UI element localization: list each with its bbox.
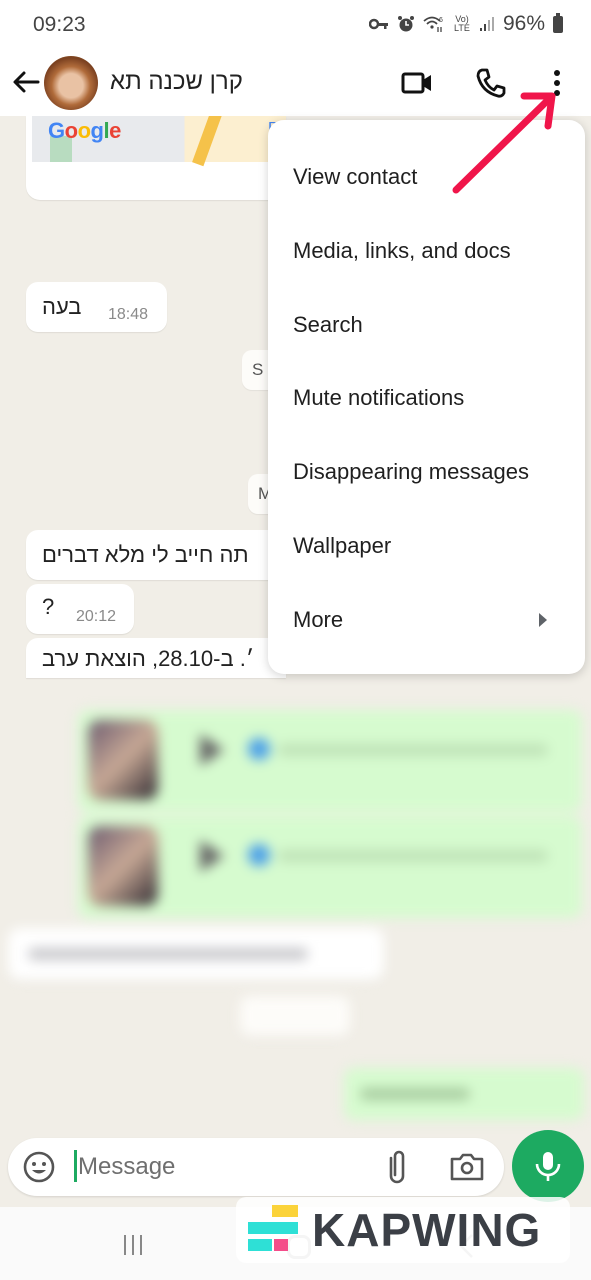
status-icons: 6 Vo) LTE 96% [368, 12, 563, 36]
menu-item-label: View contact [293, 164, 418, 189]
blurred-text [28, 948, 308, 960]
message-bubble[interactable]: בעה 18:48 [26, 282, 167, 332]
svg-text:6: 6 [439, 17, 443, 24]
chat-header: קרן שכנה תא [0, 50, 591, 116]
message-text: בעה [42, 294, 82, 319]
recent-apps-icon[interactable] [121, 1233, 145, 1257]
incoming-message-blurred [8, 928, 384, 980]
status-time: 09:23 [33, 13, 86, 36]
blurred-messages [0, 696, 591, 1136]
message-time: 20:12 [76, 608, 117, 625]
voice-record-button[interactable] [512, 1130, 584, 1202]
map-preview: Google P [32, 116, 286, 167]
contact-name[interactable]: קרן שכנה תא [110, 68, 243, 96]
voice-progress-dot [248, 738, 270, 760]
attach-icon[interactable] [380, 1148, 414, 1186]
menu-item-media-links-docs[interactable]: Media, links, and docs [268, 214, 585, 288]
menu-item-label: More [293, 607, 344, 632]
message-input[interactable] [78, 1148, 368, 1186]
emoji-icon[interactable] [22, 1150, 56, 1184]
menu-item-wallpaper[interactable]: Wallpaper [268, 509, 585, 583]
camera-icon[interactable] [448, 1149, 486, 1185]
vpn-key-icon [368, 18, 388, 30]
battery-icon [553, 12, 563, 33]
date-chip-blurred [240, 996, 350, 1036]
play-icon [200, 840, 224, 872]
blurred-text [360, 1088, 470, 1100]
menu-item-disappearing-messages[interactable]: Disappearing messages [268, 435, 585, 509]
kapwing-logo-bar [274, 1239, 288, 1251]
kapwing-logo-bar [248, 1239, 272, 1251]
menu-item-search[interactable]: Search [268, 288, 585, 362]
overflow-menu: View contact Media, links, and docs Sear… [268, 120, 585, 674]
outgoing-voice-message [78, 816, 582, 918]
message-bubble[interactable]: ? 20:12 [26, 584, 134, 634]
menu-item-label: Wallpaper [293, 533, 392, 558]
play-icon [200, 734, 224, 766]
message-composer [8, 1138, 504, 1196]
voice-waveform [278, 744, 548, 756]
voice-progress-dot [248, 844, 270, 866]
kapwing-text: KAPWING [312, 1204, 542, 1256]
signal-icon [479, 17, 494, 31]
voice-waveform [278, 850, 548, 862]
back-arrow-icon[interactable] [10, 66, 42, 98]
kapwing-logo-bar [248, 1222, 298, 1234]
alarm-icon [397, 16, 414, 32]
menu-item-more[interactable]: More [268, 583, 585, 657]
status-bar: 09:23 6 Vo) LTE 96% [0, 0, 591, 50]
menu-item-label: Disappearing messages [293, 459, 530, 484]
voice-avatar [88, 720, 158, 800]
outgoing-message-blurred [344, 1068, 584, 1120]
whatsapp-chat-screen: 09:23 6 Vo) LTE 96% קרן שכנה תא Google P [0, 0, 591, 1280]
message-text: ׳. ב-28.10, הוצאת ערב [42, 646, 255, 671]
message-time: 18:48 [108, 306, 149, 323]
map-road [192, 116, 224, 167]
outgoing-voice-message [78, 710, 582, 812]
message-text: תה חייב לי מלא דברים [42, 542, 249, 567]
battery-percent: 96% [502, 12, 545, 35]
message-bubble[interactable]: תה חייב לי מלא דברים [26, 530, 286, 580]
menu-item-view-contact[interactable]: View contact [268, 140, 585, 214]
voice-call-icon[interactable] [474, 66, 508, 100]
volte-icon: Vo) LTE [454, 14, 470, 33]
microphone-icon [535, 1152, 561, 1181]
google-logo: Google [48, 118, 121, 143]
kapwing-logo-bar [272, 1205, 298, 1217]
menu-item-label: Mute notifications [293, 385, 465, 410]
menu-item-label: Search [293, 312, 363, 337]
contact-avatar[interactable] [44, 56, 98, 110]
video-call-icon[interactable] [400, 66, 434, 100]
kapwing-watermark: KAPWING [236, 1197, 570, 1263]
voice-avatar [88, 826, 158, 906]
submenu-arrow-icon [539, 613, 547, 627]
menu-item-label: Media, links, and docs [293, 238, 511, 263]
text-caret [74, 1150, 77, 1182]
more-options-icon[interactable] [540, 66, 574, 100]
message-text: ? [42, 594, 55, 619]
location-message[interactable]: Google P [26, 116, 286, 200]
menu-item-mute-notifications[interactable]: Mute notifications [268, 361, 585, 435]
wifi6-icon: 6 [423, 16, 443, 32]
message-bubble[interactable]: ׳. ב-28.10, הוצאת ערב [26, 638, 286, 678]
